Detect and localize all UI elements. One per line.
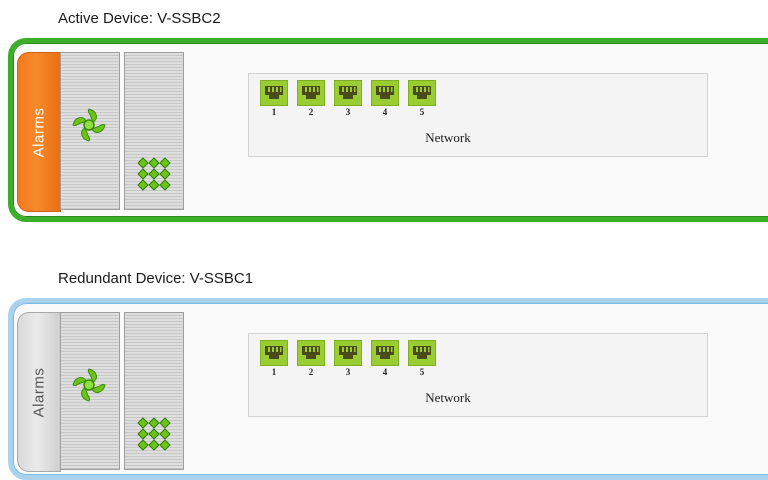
fan-icon (72, 368, 106, 402)
port-number: 1 (271, 107, 277, 117)
ethernet-port-icon (408, 340, 436, 366)
ethernet-port-icon (371, 80, 399, 106)
ethernet-port-icon (260, 80, 288, 106)
module-grid-icon (137, 417, 171, 451)
ethernet-port-icon (260, 340, 288, 366)
port-number: 3 (345, 107, 351, 117)
network-port-3[interactable]: 3 (333, 80, 363, 117)
fan-slot[interactable] (60, 312, 120, 470)
network-port-2[interactable]: 2 (296, 340, 326, 377)
alarms-tab-label: Alarms (30, 367, 48, 417)
port-number: 5 (419, 107, 425, 117)
network-port-5[interactable]: 5 (407, 80, 437, 117)
module-grid-icon (137, 157, 171, 191)
port-number: 5 (419, 367, 425, 377)
alarms-tab-active[interactable]: Alarms (17, 52, 61, 212)
alarms-tab-redundant[interactable]: Alarms (17, 312, 61, 472)
ethernet-port-icon (297, 80, 325, 106)
network-port-1[interactable]: 1 (259, 340, 289, 377)
ethernet-port-icon (297, 340, 325, 366)
port-number: 3 (345, 367, 351, 377)
network-port-1[interactable]: 1 (259, 80, 289, 117)
fan-icon (72, 108, 106, 142)
network-port-2[interactable]: 2 (296, 80, 326, 117)
network-port-5[interactable]: 5 (407, 340, 437, 377)
active-device-title: Active Device: V-SSBC2 (58, 10, 221, 27)
network-label: Network (425, 390, 471, 405)
module-slot[interactable] (124, 312, 184, 470)
network-panel[interactable]: 1 2 3 4 5 Network (248, 333, 708, 417)
active-device-panel[interactable]: Alarms 1 2 3 4 5 Network (8, 38, 768, 222)
module-slot[interactable] (124, 52, 184, 210)
network-label: Network (425, 130, 471, 145)
ethernet-port-icon (334, 340, 362, 366)
port-number: 4 (382, 107, 388, 117)
port-number: 2 (308, 107, 314, 117)
network-port-3[interactable]: 3 (333, 340, 363, 377)
port-number: 4 (382, 367, 388, 377)
alarms-tab-label: Alarms (30, 107, 48, 157)
fan-slot[interactable] (60, 52, 120, 210)
redundant-device-panel[interactable]: Alarms 1 2 3 4 5 Network (8, 298, 768, 480)
ethernet-port-icon (334, 80, 362, 106)
network-port-4[interactable]: 4 (370, 80, 400, 117)
port-number: 1 (271, 367, 277, 377)
port-number: 2 (308, 367, 314, 377)
network-panel[interactable]: 1 2 3 4 5 Network (248, 73, 708, 157)
redundant-device-title: Redundant Device: V-SSBC1 (58, 270, 254, 287)
ethernet-port-icon (408, 80, 436, 106)
network-port-4[interactable]: 4 (370, 340, 400, 377)
ethernet-port-icon (371, 340, 399, 366)
